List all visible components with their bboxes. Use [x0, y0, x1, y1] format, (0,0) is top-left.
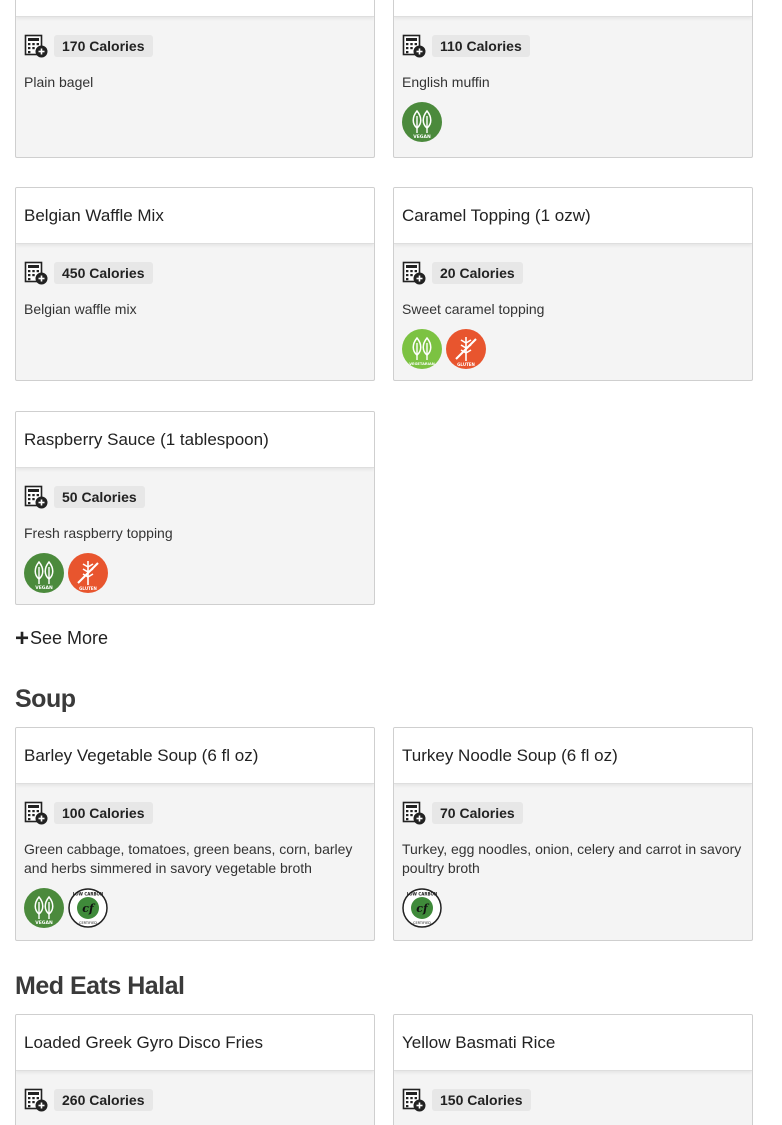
card-title[interactable]: Loaded Greek Gyro Disco Fries [16, 1015, 374, 1071]
menu-card: Turkey Noodle Soup (6 fl oz) 70 Calories… [393, 727, 753, 941]
calories-row: 150 Calories [402, 1085, 744, 1115]
card-body: 260 Calories [16, 1071, 374, 1125]
calculator-icon[interactable] [402, 1088, 426, 1112]
card-title[interactable]: Turkey Noodle Soup (6 fl oz) [394, 728, 752, 784]
calories-row: 260 Calories [24, 1085, 366, 1115]
calories-label: 450 Calories [54, 262, 153, 284]
calculator-icon[interactable] [402, 801, 426, 825]
section-title-soup: Soup [15, 685, 76, 713]
low-carbon-icon[interactable] [402, 888, 442, 928]
item-description: Plain bagel [24, 74, 94, 90]
calories-label: 50 Calories [54, 486, 145, 508]
calories-label: 260 Calories [54, 1089, 153, 1111]
see-more-label: See More [30, 628, 109, 648]
calories-row: 170 Calories [24, 31, 366, 61]
calories-label: 100 Calories [54, 802, 153, 824]
plus-icon: + [15, 624, 30, 652]
card-title[interactable]: Caramel Topping (1 ozw) [394, 188, 752, 244]
calculator-icon[interactable] [24, 261, 48, 285]
card-title[interactable] [394, 0, 752, 17]
card-title[interactable]: Barley Vegetable Soup (6 fl oz) [16, 728, 374, 784]
card-body: 170 Calories Plain bagel [16, 17, 374, 157]
see-more-button[interactable]: + See More [15, 624, 109, 652]
calculator-icon[interactable] [24, 34, 48, 58]
avoiding-gluten-icon[interactable] [446, 329, 486, 369]
calculator-icon[interactable] [24, 485, 48, 509]
menu-card: Loaded Greek Gyro Disco Fries 260 Calori… [15, 1014, 375, 1125]
card-body: 450 Calories Belgian waffle mix [16, 244, 374, 380]
menu-card: 170 Calories Plain bagel [15, 0, 375, 158]
menu-card: Raspberry Sauce (1 tablespoon) 50 Calori… [15, 411, 375, 605]
vegetarian-icon[interactable] [402, 329, 442, 369]
card-body: 100 Calories Green cabbage, tomatoes, gr… [16, 784, 374, 940]
calories-label: 150 Calories [432, 1089, 531, 1111]
calories-label: 20 Calories [432, 262, 523, 284]
calories-label: 110 Calories [432, 35, 530, 57]
menu-card: Caramel Topping (1 ozw) 20 Calories Swee… [393, 187, 753, 381]
calculator-icon[interactable] [24, 1088, 48, 1112]
calculator-icon[interactable] [24, 801, 48, 825]
vegan-icon[interactable] [24, 553, 64, 593]
calories-label: 170 Calories [54, 35, 153, 57]
card-body: 50 Calories Fresh raspberry topping [16, 468, 374, 604]
dietary-badges [402, 888, 744, 928]
dietary-badges [24, 553, 366, 593]
item-description: Fresh raspberry topping [24, 525, 173, 541]
vegan-icon[interactable] [24, 888, 64, 928]
calories-row: 50 Calories [24, 482, 366, 512]
calories-row: 70 Calories [402, 798, 744, 828]
menu-card: 110 Calories English muffin [393, 0, 753, 158]
card-title[interactable]: Belgian Waffle Mix [16, 188, 374, 244]
item-description: Sweet caramel topping [402, 301, 545, 317]
low-carbon-icon[interactable] [68, 888, 108, 928]
card-body: 150 Calories [394, 1071, 752, 1125]
section-title-med-eats-halal: Med Eats Halal [15, 972, 185, 1000]
calories-row: 110 Calories [402, 31, 744, 61]
menu-card: Yellow Basmati Rice 150 Calories [393, 1014, 753, 1125]
item-description: Turkey, egg noodles, onion, celery and c… [402, 841, 742, 876]
dietary-badges [402, 329, 744, 369]
calories-row: 100 Calories [24, 798, 366, 828]
card-body: 110 Calories English muffin [394, 17, 752, 157]
menu-card: Belgian Waffle Mix 450 Calories Belgian … [15, 187, 375, 381]
item-description: Green cabbage, tomatoes, green beans, co… [24, 841, 353, 876]
dietary-badges [402, 102, 744, 142]
card-title[interactable] [16, 0, 374, 17]
calculator-icon[interactable] [402, 261, 426, 285]
menu-card: Barley Vegetable Soup (6 fl oz) 100 Calo… [15, 727, 375, 941]
calories-row: 450 Calories [24, 258, 366, 288]
calories-row: 20 Calories [402, 258, 744, 288]
vegan-icon[interactable] [402, 102, 442, 142]
card-body: 20 Calories Sweet caramel topping [394, 244, 752, 380]
item-description: Belgian waffle mix [24, 301, 137, 317]
card-title[interactable]: Yellow Basmati Rice [394, 1015, 752, 1071]
dietary-badges [24, 888, 366, 928]
item-description: English muffin [402, 74, 490, 90]
card-body: 70 Calories Turkey, egg noodles, onion, … [394, 784, 752, 940]
avoiding-gluten-icon[interactable] [68, 553, 108, 593]
calories-label: 70 Calories [432, 802, 523, 824]
card-title[interactable]: Raspberry Sauce (1 tablespoon) [16, 412, 374, 468]
calculator-icon[interactable] [402, 34, 426, 58]
